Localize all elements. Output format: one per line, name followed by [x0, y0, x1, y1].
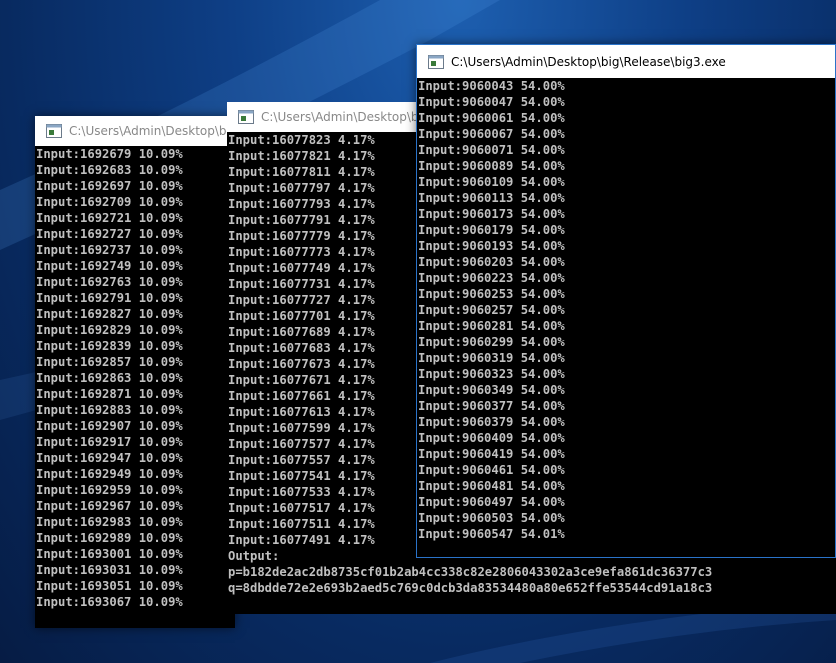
console-line: Input:1692883 10.09% — [36, 403, 183, 417]
console-output-1: Input:1692679 10.09% Input:1692683 10.09%… — [35, 146, 235, 628]
console-window-icon — [428, 54, 444, 69]
console-line: Input:9060461 54.00% — [418, 463, 565, 477]
console-window-icon — [46, 124, 62, 138]
console-line: Input:9060193 54.00% — [418, 239, 565, 253]
console-line: Input:1692959 10.09% — [36, 483, 183, 497]
console-line: Input:1692871 10.09% — [36, 387, 183, 401]
console-line: Input:9060257 54.00% — [418, 303, 565, 317]
window-3-titlebar[interactable]: C:\Users\Admin\Desktop\big\Release\big3.… — [417, 45, 835, 78]
console-line: Input:9060379 54.00% — [418, 415, 565, 429]
console-line: Input:1693031 10.09% — [36, 563, 183, 577]
console-line: Input:9060497 54.00% — [418, 495, 565, 509]
console-line: Input:1692679 10.09% — [36, 147, 183, 161]
console-line: Input:9060089 54.00% — [418, 159, 565, 173]
console-line: Input:9060281 54.00% — [418, 319, 565, 333]
console-line: Input:1693001 10.09% — [36, 547, 183, 561]
window-1-title: C:\Users\Admin\Desktop\big — [69, 124, 235, 138]
window-3-title: C:\Users\Admin\Desktop\big\Release\big3.… — [451, 54, 726, 69]
console-line: Input:1692727 10.09% — [36, 227, 183, 241]
console-line: Input:1692697 10.09% — [36, 179, 183, 193]
console-line: p=b182de2ac2db8735cf01b2ab4cc338c82e2806… — [228, 565, 713, 579]
console-line: Input:9060061 54.00% — [418, 111, 565, 125]
console-line: Input:1692763 10.09% — [36, 275, 183, 289]
console-line: Input:1693051 10.09% — [36, 579, 183, 593]
console-line: Input:9060047 54.00% — [418, 95, 565, 109]
console-line: Input:1692949 10.09% — [36, 467, 183, 481]
console-line: Input:1692829 10.09% — [36, 323, 183, 337]
console-line: Input:9060547 54.01% — [418, 527, 565, 541]
console-line: Input:1692863 10.09% — [36, 371, 183, 385]
console-line: Input:1692709 10.09% — [36, 195, 183, 209]
console-line: Input:9060409 54.00% — [418, 431, 565, 445]
console-line: Input:9060319 54.00% — [418, 351, 565, 365]
window-2-title: C:\Users\Admin\Desktop\bi — [261, 110, 422, 124]
console-window-icon — [238, 110, 254, 124]
window-1-titlebar[interactable]: C:\Users\Admin\Desktop\big — [35, 116, 235, 146]
console-line: Input:1692983 10.09% — [36, 515, 183, 529]
console-line: Input:1693067 10.09% — [36, 595, 183, 609]
console-line: Input:9060067 54.00% — [418, 127, 565, 141]
console-line: Input:1692967 10.09% — [36, 499, 183, 513]
console-line: Input:9060223 54.00% — [418, 271, 565, 285]
console-line: Input:9060113 54.00% — [418, 191, 565, 205]
console-line: Input:9060179 54.00% — [418, 223, 565, 237]
console-line: Input:9060071 54.00% — [418, 143, 565, 157]
console-line: Input:9060299 54.00% — [418, 335, 565, 349]
console-line: Input:1692791 10.09% — [36, 291, 183, 305]
console-line: Input:9060419 54.00% — [418, 447, 565, 461]
console-line: Input:9060253 54.00% — [418, 287, 565, 301]
console-line: Input:9060323 54.00% — [418, 367, 565, 381]
console-line: Input:1692917 10.09% — [36, 435, 183, 449]
console-line: Input:9060481 54.00% — [418, 479, 565, 493]
console-window-3[interactable]: C:\Users\Admin\Desktop\big\Release\big3.… — [416, 44, 836, 558]
console-line: Input:1692737 10.09% — [36, 243, 183, 257]
console-line: Input:1692721 10.09% — [36, 211, 183, 225]
console-line: Input:1692907 10.09% — [36, 419, 183, 433]
console-line: Input:9060173 54.00% — [418, 207, 565, 221]
console-line: Input:1692839 10.09% — [36, 339, 183, 353]
console-line: Input:9060043 54.00% — [418, 79, 565, 93]
console-window-1[interactable]: C:\Users\Admin\Desktop\big Input:1692679… — [35, 116, 235, 628]
console-line: Input:1692857 10.09% — [36, 355, 183, 369]
console-output-3: Input:9060043 54.00% Input:9060047 54.00%… — [417, 78, 835, 557]
console-line: Input:9060503 54.00% — [418, 511, 565, 525]
console-line: Input:1692683 10.09% — [36, 163, 183, 177]
console-line: q=8dbdde72e2e693b2aed5c769c0dcb3da835344… — [228, 581, 713, 595]
console-line: Input:1692947 10.09% — [36, 451, 183, 465]
console-line: Input:1692749 10.09% — [36, 259, 183, 273]
console-line: Input:1692989 10.09% — [36, 531, 183, 545]
console-line: Input:9060377 54.00% — [418, 399, 565, 413]
console-line: Input:9060349 54.00% — [418, 383, 565, 397]
console-line: Input:9060109 54.00% — [418, 175, 565, 189]
window-2-titlebar[interactable]: C:\Users\Admin\Desktop\bi — [227, 102, 427, 132]
console-line: Input:9060203 54.00% — [418, 255, 565, 269]
console-line: Input:1692827 10.09% — [36, 307, 183, 321]
